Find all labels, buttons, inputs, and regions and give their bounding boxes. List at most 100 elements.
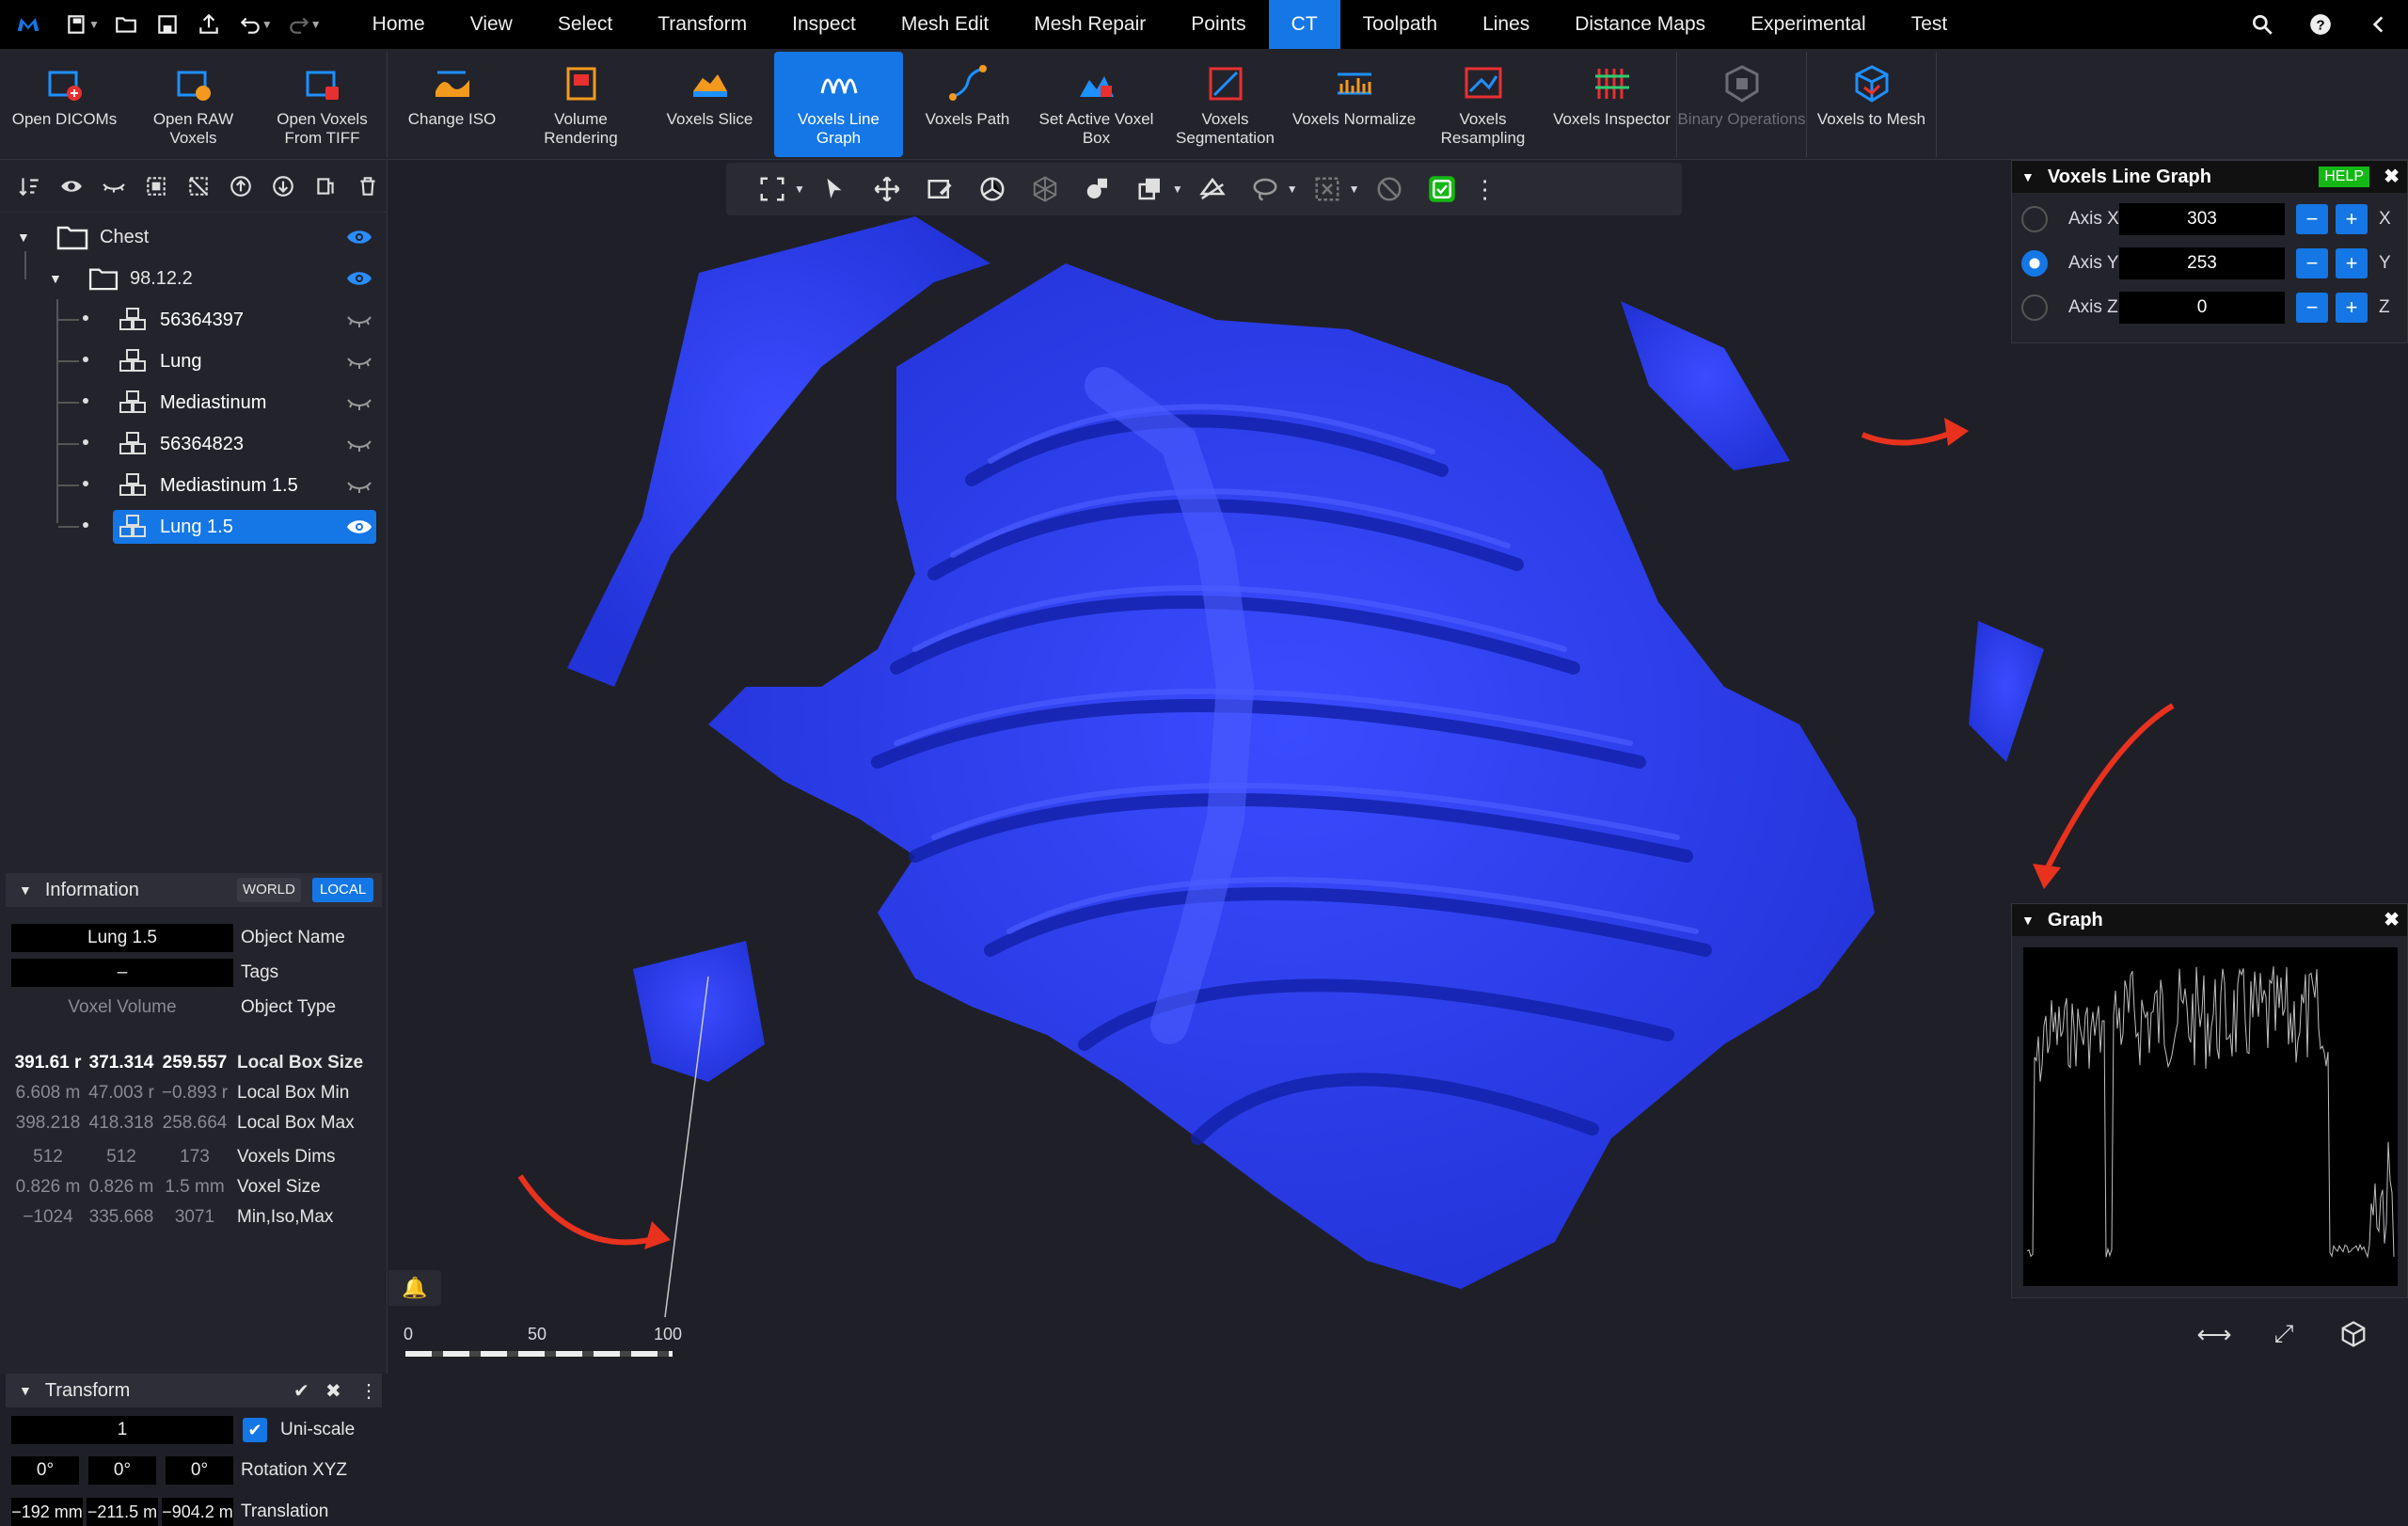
tree-item[interactable]: Mediastinum [0,385,386,421]
clipping-plane-icon[interactable] [1189,167,1236,211]
axis-value-field[interactable]: 0 [2119,292,2285,324]
object-name-field[interactable]: Lung 1.5 [11,924,233,952]
tree-item[interactable]: Lung [0,343,386,379]
axis-value-field[interactable]: 303 [2119,203,2285,235]
edit-image-icon[interactable] [916,167,963,211]
tree-item-group[interactable]: ▼ 98.12.2 [0,251,386,296]
more-menu-icon[interactable]: ⋮ [1471,167,1499,211]
set-active-voxel-box-button[interactable]: Set Active Voxel Box [1032,52,1161,157]
change-iso-button[interactable]: Change ISO [388,52,516,157]
menu-toolpath[interactable]: Toolpath [1340,0,1460,49]
save-icon[interactable] [147,6,188,43]
menu-transform[interactable]: Transform [635,0,769,49]
move-up-icon[interactable] [221,167,260,205]
lasso-icon[interactable] [1242,167,1289,211]
decrement-button[interactable]: − [2296,248,2328,278]
app-logo-icon[interactable] [0,6,56,43]
chevron-down-icon[interactable]: ▼ [310,18,322,31]
tags-field[interactable]: – [11,959,233,987]
hidden-eye-icon[interactable] [346,394,372,411]
view-cube-icon[interactable] [2330,1315,2377,1353]
visible-eye-icon[interactable] [346,229,372,246]
menu-points[interactable]: Points [1168,0,1268,49]
rotate-gizmo-icon[interactable] [969,167,1016,211]
hidden-eye-icon[interactable] [346,436,372,453]
close-icon[interactable]: ✖ [2384,165,2400,188]
tree-item[interactable]: 56364397 [0,302,386,338]
world-toggle[interactable]: WORLD [237,878,301,902]
translation-z-field[interactable]: −904.2 m [162,1498,233,1526]
pointer-icon[interactable] [811,167,858,211]
scale-field[interactable]: 1 [11,1416,233,1444]
volume-rendering-button[interactable]: Volume Rendering [516,52,645,157]
information-header[interactable]: ▼ Information WORLD LOCAL [6,873,382,907]
hidden-eye-icon[interactable] [346,353,372,370]
axis-value-field[interactable]: 253 [2119,247,2285,279]
menu-select[interactable]: Select [535,0,635,49]
open-folder-icon[interactable] [105,6,147,43]
export-icon[interactable] [188,6,230,43]
no-entry-icon[interactable] [1366,167,1413,211]
tree-item[interactable]: Mediastinum 1.5 [0,468,386,503]
chevron-down-icon[interactable]: ▼ [2021,169,2035,184]
increment-button[interactable]: + [2336,293,2368,323]
chevron-down-icon[interactable]: ▼ [261,18,273,31]
menu-distance-maps[interactable]: Distance Maps [1552,0,1728,49]
voxels-resampling-button[interactable]: Voxels Resampling [1418,52,1547,157]
help-icon[interactable]: ? [2291,6,2350,43]
apply-check-icon[interactable]: ✔ [293,1379,309,1403]
notification-bell-icon[interactable]: 🔔 [388,1270,441,1306]
move-down-icon[interactable] [263,167,302,205]
chevron-down-icon[interactable]: ▼ [17,230,30,245]
fit-view-icon[interactable]: ⤢ [2260,1315,2307,1353]
visible-eye-icon[interactable] [346,270,372,287]
select-all-icon[interactable] [136,167,175,205]
voxels-to-mesh-button[interactable]: Voxels to Mesh [1807,52,1936,157]
rotation-z-field[interactable]: 0° [166,1456,233,1485]
tree-item[interactable]: 56364823 [0,426,386,462]
show-icon[interactable] [52,167,90,205]
increment-button[interactable]: + [2336,204,2368,234]
voxels-segmentation-button[interactable]: Voxels Segmentation [1161,52,1290,157]
uniscale-checkbox[interactable]: ✔ [243,1418,267,1442]
voxels-inspector-button[interactable]: Voxels Inspector [1547,52,1676,157]
help-button[interactable]: HELP [2319,167,2369,187]
chevron-down-icon[interactable]: ▼ [2021,913,2035,928]
box-select-icon[interactable] [1304,167,1351,211]
hide-icon[interactable] [94,167,133,205]
chevron-down-icon[interactable]: ▼ [794,183,805,196]
transform-header[interactable]: ▼ Transform ✔ ✖ ⋮ [6,1374,382,1407]
menu-experimental[interactable]: Experimental [1728,0,1889,49]
menu-view[interactable]: View [448,0,535,49]
axis-radio[interactable] [2021,294,2048,321]
line-graph-plot[interactable] [2023,947,2398,1286]
binary-operations-button[interactable]: Binary Operations [1677,52,1806,157]
open-dicoms-button[interactable]: Open DICOMs [0,52,129,157]
chevron-down-icon[interactable]: ▼ [19,882,32,898]
chevron-down-icon[interactable]: ▼ [88,18,100,31]
voxels-path-button[interactable]: Voxels Path [903,52,1032,157]
move-icon[interactable] [863,167,911,211]
shapes-icon[interactable] [1074,167,1121,211]
increment-button[interactable]: + [2336,248,2368,278]
chevron-down-icon[interactable]: ▼ [1172,183,1183,196]
menu-ct[interactable]: CT [1268,0,1340,49]
close-icon[interactable]: ✖ [325,1379,341,1403]
sort-icon[interactable] [9,167,48,205]
tree-item-chest[interactable]: ▼ Chest [0,219,386,255]
tree-item[interactable]: Lung 1.5 [0,509,386,545]
local-toggle[interactable]: LOCAL [312,878,374,902]
ruler-icon[interactable]: ⟷ [2191,1315,2238,1353]
menu-mesh-repair[interactable]: Mesh Repair [1011,0,1168,49]
decrement-button[interactable]: − [2296,204,2328,234]
chevron-down-icon[interactable]: ▼ [19,1383,32,1398]
chevron-down-icon[interactable]: ▼ [1349,183,1360,196]
translation-y-field[interactable]: −211.5 m [87,1498,158,1526]
close-icon[interactable]: ✖ [2384,908,2400,931]
deselect-icon[interactable] [179,167,217,205]
open-voxels-from-tiff-button[interactable]: Open Voxels From TIFF [258,52,387,157]
search-icon[interactable] [2233,6,2291,43]
more-menu-icon[interactable]: ⋮ [359,1379,378,1403]
mesh-icon[interactable] [1022,167,1069,211]
menu-home[interactable]: Home [350,0,448,49]
